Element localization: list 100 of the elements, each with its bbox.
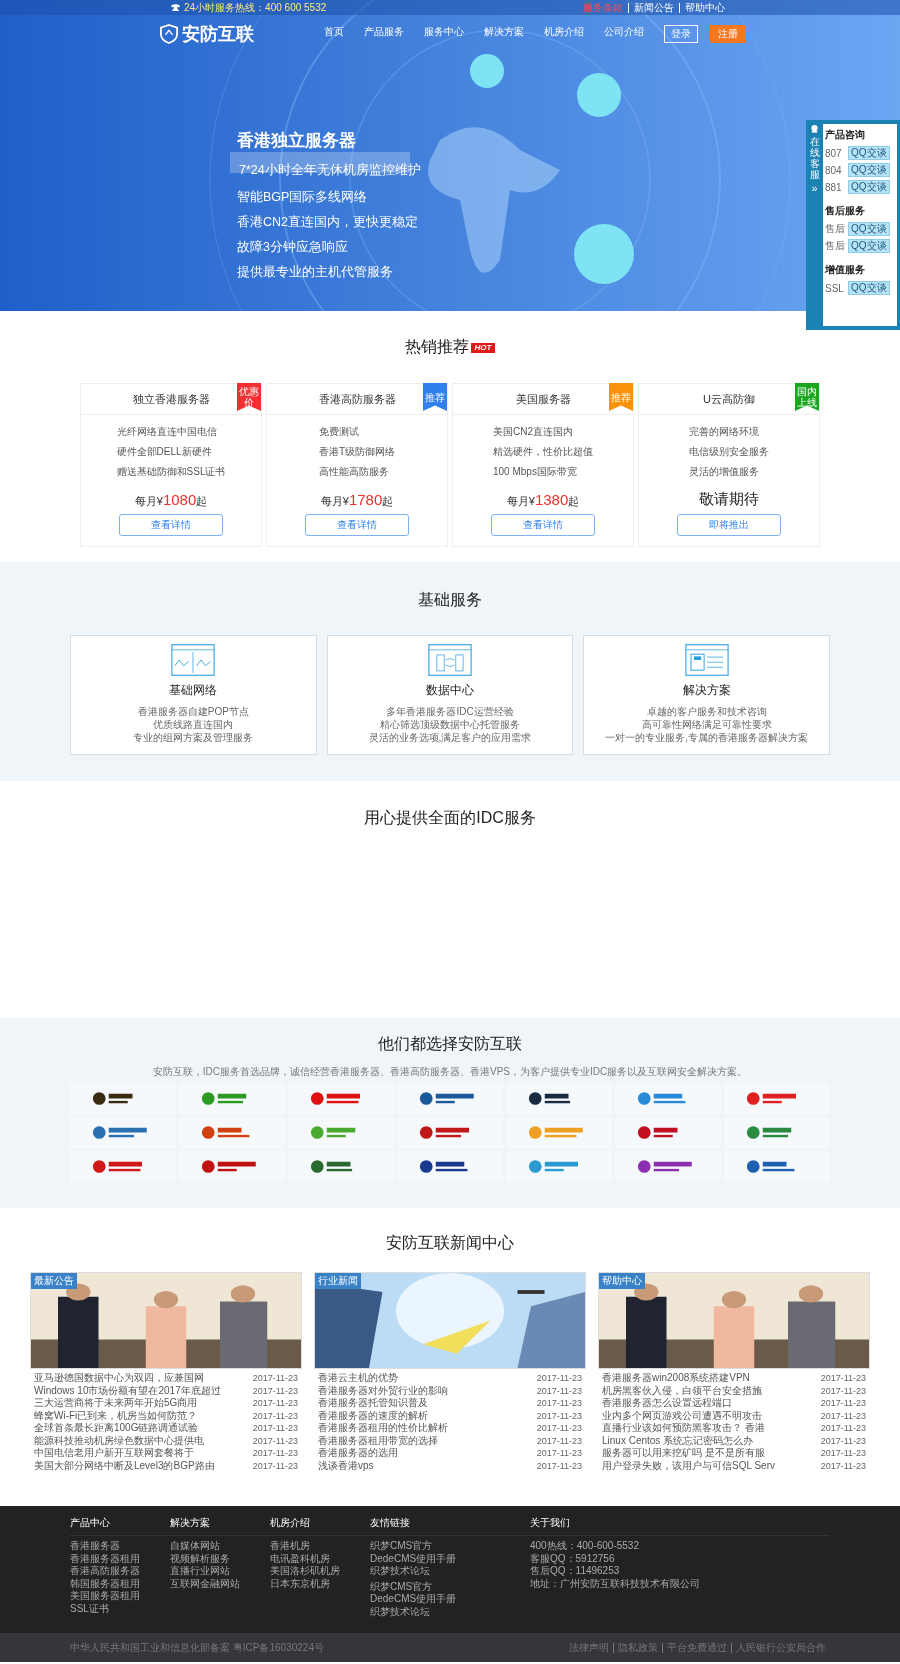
ribbon-tag: 推荐 [609, 383, 633, 411]
document-icon [684, 644, 729, 676]
news-link[interactable]: 能源科技推动机房绿色数据中心提供电 [34, 1433, 204, 1448]
contact-label: SSL [825, 282, 845, 294]
site-logo[interactable]: 安防互联 [182, 22, 254, 46]
footer-link[interactable]: 香港服务器 [70, 1540, 170, 1553]
footer-link[interactable]: 电讯盈科机房 [270, 1552, 370, 1565]
news-date: 2017-11-23 [536, 1423, 582, 1434]
hero-subtitle: 7*24小时全年无休机房监控维护 [238, 162, 422, 179]
footer-link[interactable]: 美国洛杉矶机房 [270, 1565, 370, 1578]
news-link[interactable]: 香港服务器托管知识普及 [318, 1396, 428, 1411]
service-description: 专业的组网方案及管理服务 [133, 731, 254, 744]
nav-link[interactable]: 产品服务 [364, 25, 404, 43]
footer-link[interactable]: 织梦技术论坛 [370, 1605, 530, 1618]
top-link[interactable]: 新闻公告 [628, 2, 679, 13]
service-title: 基础网络 [169, 682, 218, 699]
news-link[interactable]: 浅谈香港vps [318, 1458, 374, 1473]
news-date: 2017-11-23 [252, 1460, 298, 1471]
nav-link[interactable]: 服务中心 [424, 25, 464, 43]
news-link[interactable]: 用户登录失败，该用户与可信SQL Serv [602, 1458, 775, 1473]
details-button[interactable]: 查看详情 [305, 514, 409, 536]
section-title: 热销推荐 [404, 337, 469, 357]
news-link[interactable]: Windows 10市场份额有望在2017年底超过 [34, 1383, 221, 1398]
hero-point: 故障3分钟应急响应 [237, 239, 348, 256]
top-link[interactable]: 帮助中心 [679, 2, 730, 13]
category-tag[interactable]: 行业新闻 [315, 1273, 361, 1289]
news-link[interactable]: 香港服务器的速度的解析 [318, 1408, 428, 1423]
news-link[interactable]: 中国电信老用户新开互联网套餐将于 [34, 1446, 194, 1461]
service-description: 优质线路直连国内 [153, 718, 234, 731]
footer-link[interactable]: 自媒体网站 [170, 1540, 270, 1553]
footer-link[interactable]: DedeCMS使用手册 [370, 1552, 530, 1565]
footer-link[interactable]: 香港机房 [270, 1540, 370, 1553]
footer-link[interactable]: 织梦CMS官方 [370, 1580, 530, 1593]
qq-chat-button[interactable]: QQ交谈 [848, 180, 890, 194]
news-link[interactable]: 美国大部分网络中断及Level3的BGP路由 [34, 1458, 215, 1473]
feature-text: 高性能高防服务 [318, 465, 390, 479]
news-link[interactable]: Linux Centos 系统忘记密码怎么办 [602, 1433, 754, 1448]
section-title: 基础服务 [418, 590, 482, 610]
news-link[interactable]: 蜂窝Wi-Fi已到来，机房当如何防范？ [34, 1408, 198, 1423]
footer-link[interactable]: 客服QQ：5912756 [530, 1552, 830, 1565]
news-link[interactable]: 香港服务器租用带宽的选择 [318, 1433, 438, 1448]
news-date: 2017-11-23 [820, 1448, 866, 1459]
news-link[interactable]: 全球首条最长距离100G链路调通试验 [34, 1421, 199, 1436]
news-date: 2017-11-23 [820, 1385, 866, 1396]
news-link[interactable]: 香港服务器怎么设置远程端口 [602, 1396, 732, 1411]
footer-link[interactable]: 香港高防服务器 [70, 1565, 170, 1578]
news-link[interactable]: 三大运营商将于未来两年开始5G商用 [34, 1396, 198, 1411]
footer-link[interactable]: DedeCMS使用手册 [370, 1593, 530, 1606]
footer-link[interactable]: 日本东京机房 [270, 1577, 370, 1590]
footer-link[interactable]: 织梦CMS官方 [370, 1540, 530, 1553]
footer-heading: 友情链接 [370, 1516, 530, 1536]
footer-link[interactable]: 地址：广州安防互联科技技术有限公司 [530, 1577, 830, 1590]
footer-heading: 关于我们 [530, 1516, 830, 1536]
footer-link[interactable]: 直播行业网站 [170, 1565, 270, 1578]
nav-link[interactable]: 解决方案 [484, 25, 524, 43]
news-link[interactable]: 亚马逊德国数据中心为双四，应兼国网 [34, 1371, 204, 1386]
news-link[interactable]: 香港服务器win2008系统搭建VPN [602, 1371, 750, 1386]
online-service-title: 在线客服 [809, 136, 820, 180]
details-button[interactable]: 即将推出 [677, 514, 781, 536]
feature-text: 免费测试 [318, 425, 360, 439]
footer-heading: 机房介绍 [270, 1516, 370, 1536]
expand-arrow[interactable]: » [811, 182, 818, 194]
category-tag[interactable]: 最新公告 [31, 1273, 77, 1289]
footer-link[interactable]: 韩国服务器租用 [70, 1577, 170, 1590]
news-link[interactable]: 直播行业该如何预防黑客攻击？ 香港 [602, 1421, 765, 1436]
ribbon-tag: 推荐 [423, 383, 447, 411]
qq-chat-button[interactable]: QQ交谈 [848, 222, 890, 236]
details-button[interactable]: 查看详情 [119, 514, 223, 536]
nav-link[interactable]: 首页 [324, 25, 344, 43]
qq-chat-button[interactable]: QQ交谈 [848, 239, 890, 253]
footer-link[interactable]: 织梦技术论坛 [370, 1565, 530, 1578]
footer-link[interactable]: 售后QQ：11496253 [530, 1565, 830, 1578]
hero-point: 智能BGP国际多线网络 [237, 189, 368, 206]
group-title: 产品咨询 [825, 128, 866, 142]
footer-link[interactable]: 视频解析服务 [170, 1552, 270, 1565]
category-tag[interactable]: 帮助中心 [599, 1273, 645, 1289]
news-date: 2017-11-23 [536, 1460, 582, 1471]
footer-link[interactable]: 互联网金融网站 [170, 1577, 270, 1590]
feature-text: 硬件全部DELL新硬件 [116, 445, 213, 459]
news-link[interactable]: 香港服务器对外贸行业的影响 [318, 1383, 448, 1398]
footer-link[interactable]: 美国服务器租用 [70, 1590, 170, 1603]
footer-link[interactable]: 香港服务器租用 [70, 1552, 170, 1565]
footer-link[interactable]: SSL证书 [70, 1602, 170, 1615]
news-link[interactable]: 香港服务器租用的性价比解析 [318, 1421, 448, 1436]
news-link[interactable]: 香港服务器的选用 [318, 1446, 398, 1461]
qq-chat-button[interactable]: QQ交谈 [848, 281, 890, 295]
news-link[interactable]: 业内多个网页游戏公司遭遇不明攻击 [602, 1408, 762, 1423]
contact-label: 804 [825, 164, 843, 176]
news-link[interactable]: 机房黑客伙入侵，白领平台安全措施 [602, 1383, 762, 1398]
news-link[interactable]: 香港云主机的优势 [318, 1371, 398, 1386]
footer-link[interactable]: 400热线：400-600-5532 [530, 1540, 830, 1553]
news-date: 2017-11-23 [820, 1410, 866, 1421]
details-button[interactable]: 查看详情 [491, 514, 595, 536]
news-link[interactable]: 服务器可以用来挖矿吗 是不是所有服 [602, 1446, 765, 1461]
qq-chat-button[interactable]: QQ交谈 [848, 163, 890, 177]
qq-chat-button[interactable]: QQ交谈 [848, 146, 890, 160]
contact-label: 售后 [825, 222, 846, 236]
feature-text: 美国CN2直连国内 [493, 425, 574, 439]
news-date: 2017-11-23 [820, 1460, 866, 1471]
server-icon [428, 644, 472, 676]
